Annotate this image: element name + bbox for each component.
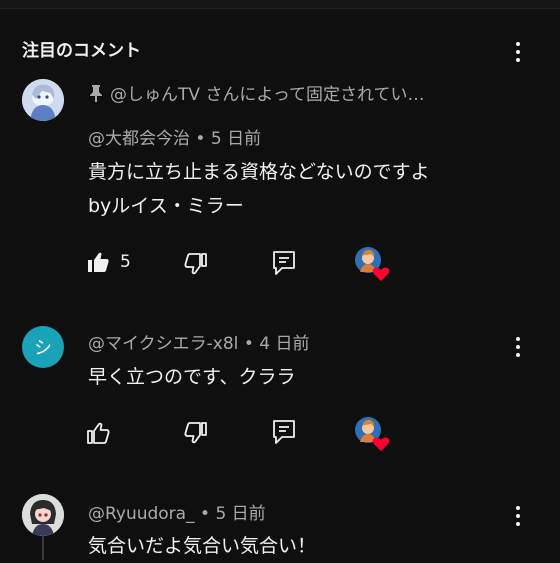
section-menu-button[interactable]	[508, 40, 528, 64]
dot-icon	[516, 353, 520, 357]
avatar[interactable]	[22, 79, 64, 121]
top-divider	[0, 0, 560, 9]
dot-icon	[516, 345, 520, 349]
comment-meta: @大都会今治 • 5 日前	[88, 124, 261, 149]
comment-time[interactable]: 5 日前	[211, 129, 261, 149]
comment-menu-button[interactable]	[508, 504, 528, 528]
thumbs-down-icon	[184, 422, 207, 444]
avatar-image	[22, 494, 64, 536]
dot-icon	[516, 522, 520, 526]
comment-text-line: 貴方に立ち止まる資格などないのですよ	[88, 161, 430, 183]
thread-line	[42, 536, 44, 560]
reply-button[interactable]	[272, 419, 296, 445]
like-button[interactable]	[86, 421, 110, 445]
comment-text-line: 気合いだよ気合い気合い！	[88, 535, 317, 557]
comment-text-line: 早く立つのです、クララ	[88, 366, 296, 388]
thumbs-down-icon	[184, 253, 207, 275]
pinned-label: @しゅんTV さんによって固定されてい…	[88, 80, 425, 105]
dot-icon	[516, 337, 520, 341]
meta-separator: •	[195, 129, 206, 149]
dislike-button[interactable]	[184, 421, 208, 445]
pin-icon	[90, 84, 102, 102]
dot-icon	[516, 506, 520, 510]
reply-button[interactable]	[272, 250, 296, 276]
comment-meta: @マイクシエラ-x8l • 4 日前	[88, 329, 309, 354]
avatar[interactable]	[22, 494, 64, 536]
thumbs-up-filled-icon	[88, 252, 109, 272]
comment-author[interactable]: @Ryuudora_	[88, 504, 195, 524]
comment-text-line: byルイス・ミラー	[88, 195, 244, 217]
like-button[interactable]: 5	[86, 250, 131, 274]
dislike-button[interactable]	[184, 252, 208, 276]
comment-meta: @Ryuudora_ • 5 日前	[88, 499, 266, 524]
like-count: 5	[120, 252, 131, 272]
reply-icon	[273, 420, 295, 444]
comment-menu-button[interactable]	[508, 335, 528, 359]
section-title: 注目のコメント	[22, 41, 141, 61]
creator-avatar-heart-icon	[355, 417, 390, 451]
comment-author[interactable]: @大都会今治	[88, 129, 190, 149]
pinned-text: @しゅんTV さんによって固定されてい…	[110, 85, 425, 105]
reply-icon	[273, 251, 295, 275]
dot-icon	[516, 58, 520, 62]
avatar-letter: シ	[34, 338, 52, 359]
dot-icon	[516, 50, 520, 54]
avatar-image	[22, 79, 64, 121]
comment-time[interactable]: 5 日前	[215, 504, 265, 524]
meta-separator: •	[243, 334, 254, 354]
thumbs-up-icon	[87, 422, 110, 444]
avatar[interactable]: シ	[22, 326, 64, 368]
comment-author[interactable]: @マイクシエラ-x8l	[88, 334, 238, 354]
meta-separator: •	[200, 504, 211, 524]
creator-heart-badge	[354, 246, 390, 281]
creator-heart-badge	[354, 416, 390, 451]
comment-time[interactable]: 4 日前	[259, 334, 309, 354]
dot-icon	[516, 42, 520, 46]
creator-avatar-heart-icon	[355, 247, 390, 281]
dot-icon	[516, 514, 520, 518]
